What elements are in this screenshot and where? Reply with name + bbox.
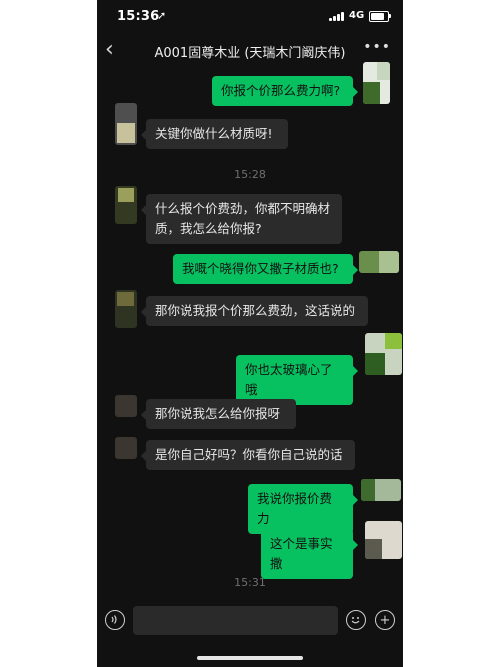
contact-avatar[interactable] bbox=[115, 103, 137, 145]
message-bubble-outgoing[interactable]: 你也太玻璃心了哦 bbox=[236, 355, 358, 405]
status-bar: 15:36 ➚ 4G bbox=[97, 0, 403, 34]
my-avatar[interactable] bbox=[365, 333, 402, 375]
message-bubble-outgoing[interactable]: 我嘅个晓得你又撒子材质也? bbox=[173, 254, 358, 284]
message-bubble-outgoing[interactable]: 你报个价那么费力啊? bbox=[212, 76, 358, 106]
message-bubble-incoming[interactable]: 那你说我怎么给你报呀 bbox=[141, 399, 296, 429]
chat-title: A001固尊木业 (天瑞木门阚庆伟) bbox=[154, 46, 346, 61]
more-icon[interactable]: ••• bbox=[363, 39, 391, 55]
signal-icon bbox=[329, 12, 344, 21]
network-type: 4G bbox=[349, 10, 365, 21]
contact-avatar[interactable] bbox=[115, 186, 137, 224]
nav-bar: ‹ A001固尊木业 (天瑞木门阚庆伟) ••• bbox=[97, 34, 403, 66]
message-bubble-incoming[interactable]: 那你说我报个价那么费劲，这话说的 bbox=[141, 296, 368, 326]
input-bar: + bbox=[97, 604, 403, 638]
home-indicator bbox=[197, 656, 303, 660]
battery-fill bbox=[371, 13, 384, 20]
chat-screen: 15:36 ➚ 4G ‹ A001固尊木业 (天瑞木门阚庆伟) ••• 你报个价… bbox=[97, 0, 403, 667]
contact-avatar[interactable] bbox=[115, 437, 137, 459]
my-avatar[interactable] bbox=[361, 479, 401, 501]
my-avatar[interactable] bbox=[359, 251, 399, 273]
battery-icon bbox=[369, 11, 391, 22]
message-input[interactable] bbox=[133, 606, 338, 635]
add-icon[interactable]: + bbox=[375, 610, 395, 630]
message-bubble-incoming[interactable]: 什么报个价费劲，你都不明确材质，我怎么给你报? bbox=[141, 194, 342, 244]
message-bubble-incoming[interactable]: 关键你做什么材质呀! bbox=[141, 119, 288, 149]
emoji-icon[interactable] bbox=[346, 610, 366, 630]
timestamp: 15:28 bbox=[234, 168, 266, 181]
contact-avatar[interactable] bbox=[115, 290, 137, 328]
my-avatar[interactable] bbox=[365, 521, 402, 559]
contact-avatar[interactable] bbox=[115, 395, 137, 417]
location-icon: ➚ bbox=[157, 9, 167, 22]
message-bubble-outgoing[interactable]: 我说你报价费力 bbox=[248, 484, 358, 534]
my-avatar[interactable] bbox=[363, 62, 390, 104]
message-bubble-incoming[interactable]: 是你自己好吗？你看你自己说的话 bbox=[141, 440, 355, 470]
back-icon[interactable]: ‹ bbox=[105, 37, 121, 62]
status-time: 15:36 bbox=[117, 9, 160, 24]
message-bubble-outgoing[interactable]: 这个是事实撒 bbox=[261, 529, 358, 579]
timestamp: 15:31 bbox=[234, 576, 266, 589]
voice-icon[interactable] bbox=[105, 610, 125, 630]
